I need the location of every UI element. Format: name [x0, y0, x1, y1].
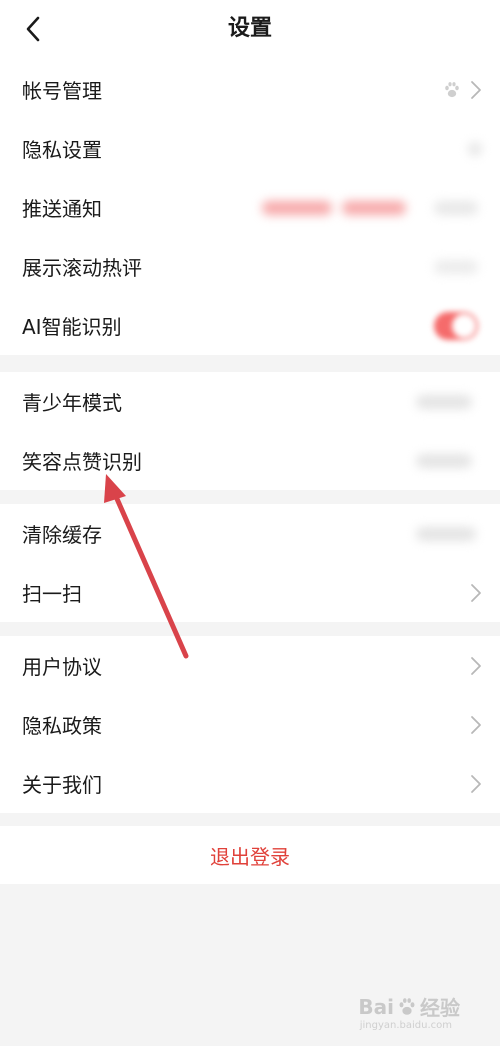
setting-label: AI智能识别 — [22, 315, 122, 339]
chevron-right-icon — [471, 656, 481, 675]
setting-row-clear-cache[interactable]: 清除缓存 — [0, 504, 500, 563]
obscured-value — [416, 453, 472, 468]
setting-label: 展示滚动热评 — [22, 256, 142, 280]
obscured-value — [468, 141, 482, 156]
toggle-knob — [452, 313, 476, 338]
settings-group-tools: 清除缓存 扫一扫 — [0, 504, 500, 622]
setting-row-scrolling-comments[interactable]: 展示滚动热评 — [0, 237, 500, 296]
setting-row-ai-recognition[interactable]: AI智能识别 — [0, 296, 500, 355]
setting-row-about-us[interactable]: 关于我们 — [0, 754, 500, 813]
paw-icon — [445, 81, 459, 97]
setting-label: 帐号管理 — [22, 79, 102, 103]
setting-row-account-management[interactable]: 帐号管理 — [0, 60, 500, 119]
setting-label: 青少年模式 — [22, 391, 122, 415]
obscured-value — [434, 200, 478, 215]
obscured-value — [416, 526, 476, 541]
setting-label: 清除缓存 — [22, 523, 102, 547]
setting-row-privacy-settings[interactable]: 隐私设置 — [0, 119, 500, 178]
watermark-brand-right: 经验 — [420, 996, 460, 1020]
settings-group-account: 帐号管理 隐私设置 推送通知 展示滚动热评 AI智能识别 — [0, 60, 500, 355]
chevron-right-icon — [471, 774, 481, 793]
logout-label: 退出登录 — [210, 844, 290, 869]
settings-group-about: 用户协议 隐私政策 关于我们 — [0, 636, 500, 813]
setting-row-push-notifications[interactable]: 推送通知 — [0, 178, 500, 237]
watermark-brand-left: Bai — [358, 994, 394, 1019]
setting-label: 隐私政策 — [22, 714, 102, 738]
watermark-logo: Bai 经验 — [358, 992, 460, 1021]
setting-row-privacy-policy[interactable]: 隐私政策 — [0, 695, 500, 754]
chevron-right-icon — [471, 80, 481, 99]
setting-label: 笑容点赞识别 — [22, 450, 142, 474]
setting-label: 推送通知 — [22, 197, 102, 221]
back-button[interactable] — [18, 14, 48, 44]
header-bar: 设置 — [0, 0, 500, 60]
ai-recognition-toggle[interactable] — [434, 311, 478, 340]
page-title: 设置 — [227, 16, 272, 41]
setting-row-smile-like-recognition[interactable]: 笑容点赞识别 — [0, 431, 500, 490]
chevron-right-icon — [471, 583, 481, 602]
logout-button[interactable]: 退出登录 — [0, 826, 500, 884]
setting-row-user-agreement[interactable]: 用户协议 — [0, 636, 500, 695]
settings-group-modes: 青少年模式 笑容点赞识别 — [0, 372, 500, 490]
chevron-right-icon — [471, 715, 481, 734]
watermark-site: jingyan.baidu.com — [359, 1020, 452, 1031]
setting-label: 隐私设置 — [22, 138, 102, 162]
setting-label: 用户协议 — [22, 655, 102, 679]
setting-label: 扫一扫 — [22, 582, 82, 606]
obscured-value — [342, 200, 406, 215]
chevron-left-icon — [26, 16, 40, 42]
setting-label: 关于我们 — [22, 773, 102, 797]
setting-row-teen-mode[interactable]: 青少年模式 — [0, 372, 500, 431]
obscured-value — [262, 200, 332, 215]
setting-row-scan[interactable]: 扫一扫 — [0, 563, 500, 622]
paw-icon — [399, 997, 415, 1015]
obscured-value — [434, 259, 478, 274]
obscured-value — [416, 394, 472, 409]
